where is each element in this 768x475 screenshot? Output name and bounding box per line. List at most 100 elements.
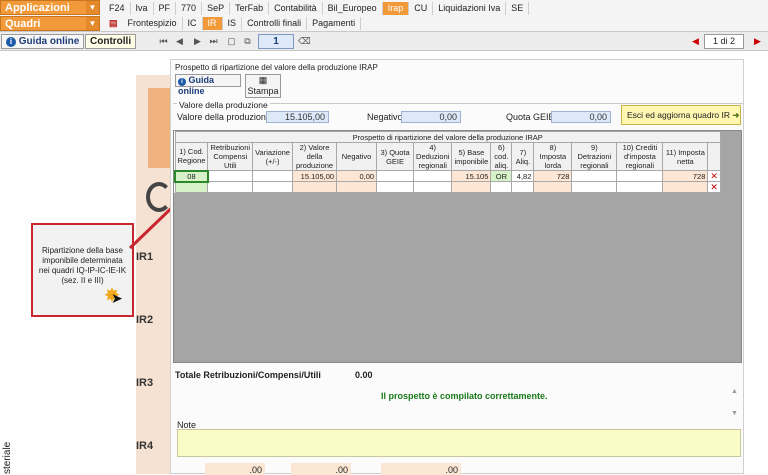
table-cell[interactable] xyxy=(451,181,492,193)
table-cell[interactable]: 15.105,00 xyxy=(292,170,338,182)
side-label: steriale xyxy=(2,441,13,474)
table-cell[interactable]: 0,00 xyxy=(336,170,378,182)
table-cell[interactable] xyxy=(413,181,453,193)
table-cell[interactable] xyxy=(413,170,453,182)
quadri-label: Quadri xyxy=(5,18,41,30)
status-message: Il prospetto è compilato correttamente. xyxy=(381,391,548,401)
table-cell[interactable] xyxy=(571,181,618,193)
stampa-button[interactable]: ▦ Stampa xyxy=(245,74,281,98)
copy-page-icon[interactable]: ⧉ xyxy=(242,35,253,47)
negativo-field[interactable]: 0,00 xyxy=(401,111,461,123)
guida-online-button[interactable]: i Guida online xyxy=(1,34,85,49)
menu-item-contabilit-[interactable]: Contabilità xyxy=(269,2,323,15)
quadro-tab-is[interactable]: IS xyxy=(223,17,243,30)
esci-aggiorna-button[interactable]: Esci ed aggiorna quadro IR ➜ xyxy=(621,105,741,125)
menu-item-pf[interactable]: PF xyxy=(154,2,177,15)
delete-row-icon[interactable]: ✕ xyxy=(707,181,721,193)
delete-row-icon[interactable]: ✕ xyxy=(707,170,721,182)
table-cell[interactable]: 4,82 xyxy=(511,170,535,182)
menu-item-liquidazioni-iva[interactable]: Liquidazioni Iva xyxy=(433,2,507,15)
menu-item-iva[interactable]: Iva xyxy=(131,2,154,15)
table-cell[interactable] xyxy=(376,181,415,193)
valore-label: Valore della produzione xyxy=(177,112,271,122)
prev-page-icon[interactable]: ◀ xyxy=(174,35,185,47)
table-cell[interactable]: 08 xyxy=(174,169,209,183)
table-cell[interactable]: 728 xyxy=(662,170,709,182)
table-cell[interactable] xyxy=(662,181,709,193)
menu-item-cu[interactable]: CU xyxy=(409,2,434,15)
esci-aggiorna-label: Esci ed aggiorna quadro IR xyxy=(627,110,731,120)
menu-item-sep[interactable]: SeP xyxy=(202,2,231,15)
ir4-label: IR4 xyxy=(136,440,154,452)
prev-module-icon[interactable]: ◀ xyxy=(690,35,701,47)
table-cell[interactable]: OR xyxy=(490,170,513,182)
table-cell[interactable] xyxy=(292,181,338,193)
table-cell[interactable]: 728 xyxy=(533,170,573,182)
scroll-down-icon[interactable]: ▼ xyxy=(731,410,738,417)
chevron-down-icon[interactable]: ▼ xyxy=(86,17,99,30)
table-cell[interactable] xyxy=(616,170,664,182)
table-cell[interactable]: 15.105 xyxy=(451,170,492,182)
guida-online-label: Guida online xyxy=(18,36,80,47)
menu-item-irap[interactable]: Irap xyxy=(382,2,410,15)
pdf-icon[interactable]: ▤ xyxy=(104,17,123,30)
negativo-label: Negativo xyxy=(367,112,403,122)
table-cell[interactable] xyxy=(511,181,535,193)
valore-field[interactable]: 15.105,00 xyxy=(266,111,329,123)
ir3-label: IR3 xyxy=(136,377,154,389)
delete-page-icon[interactable]: ⌫ xyxy=(298,35,311,47)
callout-text: Ripartizione della base imponibile deter… xyxy=(38,246,127,285)
menu-item-bil-europeo[interactable]: Bil_Europeo xyxy=(323,2,383,15)
quadri-menu: ▤ Frontespizio IC IR IS Controlli finali Paga… xyxy=(104,16,362,31)
first-page-icon[interactable]: ⏮ xyxy=(158,35,169,47)
quota-geie-label: Quota GEIE xyxy=(506,112,555,122)
ripartizione-grid: Prospetto di ripartizione del valore del… xyxy=(173,130,742,363)
column-header: 2) Valore della produzione xyxy=(292,142,338,171)
column-header: 8) Imposta lorda xyxy=(533,142,573,171)
table-cell[interactable] xyxy=(490,181,513,193)
scroll-up-icon[interactable]: ▲ xyxy=(731,388,738,395)
menu-item-se[interactable]: SE xyxy=(506,2,530,15)
ir2-label: IR2 xyxy=(136,314,154,326)
chevron-down-icon[interactable]: ▼ xyxy=(86,1,99,14)
quadro-tab-pagamenti[interactable]: Pagamenti xyxy=(307,17,362,30)
column-header: 7) Aliq. xyxy=(511,142,535,171)
column-header: Retribuzioni Compensi Utili xyxy=(207,142,254,171)
menu-item-770[interactable]: 770 xyxy=(176,2,203,15)
table-cell[interactable] xyxy=(252,170,294,182)
exit-icon: ➜ xyxy=(732,110,740,120)
last-page-icon[interactable]: ⏭ xyxy=(208,35,219,47)
menu-item-terfab[interactable]: TerFab xyxy=(230,2,270,15)
table-row: ✕ xyxy=(174,181,721,193)
quadri-select[interactable]: Quadri ▼ xyxy=(0,16,100,31)
quadro-tab-frontespizio[interactable]: Frontespizio xyxy=(123,17,183,30)
info-icon: i xyxy=(178,78,186,86)
column-header: 10) Crediti d'imposta regionali xyxy=(616,142,664,171)
quota-geie-field[interactable]: 0,00 xyxy=(551,111,611,123)
column-header: 11) Imposta netta xyxy=(662,142,709,171)
table-cell[interactable] xyxy=(174,181,209,193)
table-cell[interactable] xyxy=(571,170,618,182)
page-number-field[interactable]: 1 xyxy=(258,34,294,49)
table-cell[interactable] xyxy=(533,181,573,193)
menu-item-f24[interactable]: F24 xyxy=(104,2,131,15)
ripartizione-table: Prospetto di ripartizione del valore del… xyxy=(174,131,721,193)
new-page-icon[interactable]: ▢ xyxy=(226,35,237,47)
table-cell[interactable] xyxy=(336,181,378,193)
quadro-tab-controlli-finali[interactable]: Controlli finali xyxy=(242,17,308,30)
quadro-tab-ic[interactable]: IC xyxy=(183,17,203,30)
table-cell[interactable] xyxy=(376,170,415,182)
note-field[interactable] xyxy=(177,429,741,457)
table-cell[interactable] xyxy=(207,170,254,182)
table-cell[interactable] xyxy=(252,181,294,193)
totale-label: Totale Retribuzioni/Compensi/Utili xyxy=(175,370,321,380)
applicazioni-label: Applicazioni xyxy=(5,2,70,14)
quadro-tab-ir[interactable]: IR xyxy=(202,17,223,30)
applicazioni-select[interactable]: Applicazioni ▼ xyxy=(0,0,100,15)
controlli-button[interactable]: Controlli xyxy=(85,34,137,49)
next-module-icon[interactable]: ▶ xyxy=(752,35,763,47)
table-cell[interactable] xyxy=(616,181,664,193)
table-cell[interactable] xyxy=(207,181,254,193)
panel-guida-button[interactable]: i Guida online xyxy=(175,74,241,96)
next-page-icon[interactable]: ▶ xyxy=(192,35,203,47)
